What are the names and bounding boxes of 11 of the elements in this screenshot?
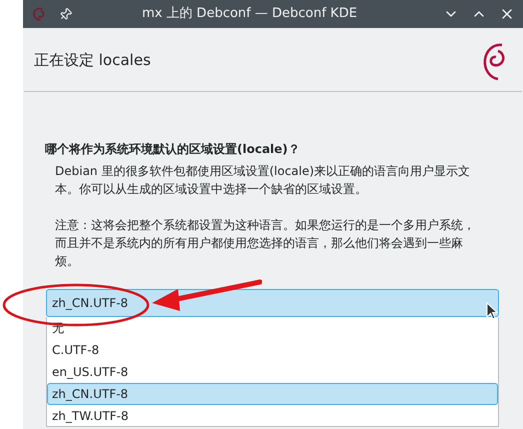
locale-dropdown[interactable]: zh_CN.UTF-8 xyxy=(46,289,499,317)
dropdown-option[interactable]: C.UTF-8 xyxy=(47,339,498,361)
description-paragraph: Debian 里的很多软件包都使用区域设置(locale)来以正确的语言向用户显示文本。你可以从生成的区域设置中选择一个缺省的区域设置。 xyxy=(55,163,472,198)
dropdown-option[interactable]: zh_CN.UTF-8 xyxy=(47,383,498,405)
dropdown-option[interactable]: en_US.UTF-8 xyxy=(47,361,498,383)
dropdown-option[interactable]: zh_TW.UTF-8 xyxy=(47,405,498,426)
description-paragraph: 注意：这将会把整个系统都设置为这种语言。如果您运行的是一个多用户系统，而且并不是系统内的所有用户都使用您选择的语言，那么他们将会遇到一些麻烦。 xyxy=(55,217,476,270)
page-title: 正在设定 locales xyxy=(34,50,151,72)
question-title: 哪个将作为系统环境默认的区域设置(locale)？ xyxy=(45,141,301,158)
swirl-icon xyxy=(31,6,47,22)
window-title: mx 上的 Debconf — Debconf KDE xyxy=(140,5,358,24)
